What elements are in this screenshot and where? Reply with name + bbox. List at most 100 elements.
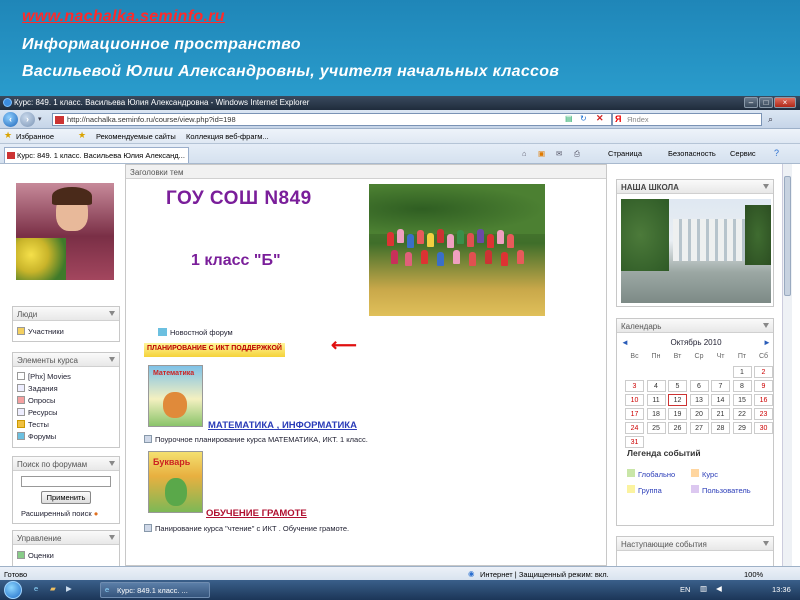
help-icon[interactable]: ? <box>774 148 779 158</box>
legend-course[interactable]: Курс <box>691 469 718 479</box>
ict-planning-link[interactable]: ПЛАНИРОВАНИЕ С ИКТ ПОДДЕРЖКОЙ <box>144 343 285 357</box>
print-icon[interactable]: ⎙ <box>574 149 580 159</box>
forward-button[interactable]: › <box>20 112 35 127</box>
reading-plan-link[interactable]: Панирование курса "чтение" с ИКТ . Обуче… <box>144 524 349 533</box>
calendar-day[interactable]: 11 <box>646 394 666 406</box>
news-forum-link[interactable]: Новостной форум <box>158 328 233 337</box>
course-element-item[interactable]: Тесты <box>17 420 49 429</box>
next-month-button[interactable]: ► <box>763 338 771 347</box>
network-icon[interactable]: ▥ <box>700 584 707 593</box>
vertical-scrollbar[interactable] <box>782 164 792 566</box>
calendar-day[interactable]: 17 <box>625 408 644 420</box>
url-input[interactable]: http://nachalka.seminfo.ru/course/view.p… <box>52 113 612 126</box>
course-element-item[interactable]: [Phx] Movies <box>17 372 71 381</box>
add-favorites-icon[interactable]: ★ <box>78 130 86 141</box>
course-element-item[interactable]: Опросы <box>17 396 55 405</box>
calendar-day[interactable]: 21 <box>711 408 730 420</box>
page-menu[interactable]: Страница <box>608 149 642 158</box>
ie-quicklaunch-icon[interactable]: e <box>34 584 38 593</box>
forum-search-input[interactable] <box>21 476 111 487</box>
maximize-button[interactable]: □ <box>759 97 773 108</box>
calendar-day[interactable]: 20 <box>689 408 709 420</box>
feeds-icon[interactable]: ▣ <box>538 149 545 158</box>
web-slice-gallery-link[interactable]: Коллекция веб-фрагм... <box>186 132 269 141</box>
collapse-icon[interactable] <box>763 541 769 546</box>
apply-button[interactable]: Применить <box>41 491 91 504</box>
favorites-button[interactable]: Избранное <box>16 132 54 141</box>
calendar-day[interactable]: 25 <box>646 422 666 434</box>
collapse-icon[interactable] <box>109 461 115 466</box>
calendar-day[interactable]: 23 <box>754 408 773 420</box>
calendar-day[interactable]: 22 <box>732 408 752 420</box>
collapse-icon[interactable] <box>109 311 115 316</box>
calendar-day[interactable]: 10 <box>625 394 644 406</box>
course-element-item[interactable]: Задания <box>17 384 58 393</box>
calendar-day[interactable]: 15 <box>732 394 752 406</box>
advanced-search-link[interactable]: Расширенный поиск ● <box>21 509 98 518</box>
compat-icon[interactable]: ▤ <box>565 114 573 123</box>
calendar-day[interactable]: 3 <box>625 380 644 392</box>
security-zone[interactable]: Интернет | Защищенный режим: вкл. <box>480 570 609 579</box>
participants-link[interactable]: Участники <box>17 327 64 336</box>
calendar-day[interactable]: 9 <box>754 380 773 392</box>
calendar-day[interactable]: 4 <box>646 380 666 392</box>
favorites-star-icon[interactable]: ★ <box>4 130 12 141</box>
language-indicator[interactable]: EN <box>680 585 690 594</box>
course-element-item[interactable]: Ресурсы <box>17 408 58 417</box>
math-informatics-link[interactable]: МАТЕМАТИКА , ИНФОРМАТИКА <box>208 420 357 431</box>
legend-user[interactable]: Пользователь <box>691 485 751 495</box>
calendar-day[interactable]: 26 <box>668 422 687 434</box>
taskbar-ie-button[interactable]: e Курс: 849.1 класс. ... <box>100 582 210 598</box>
history-dropdown-icon[interactable]: ▾ <box>38 115 42 123</box>
scrollbar-thumb[interactable] <box>784 176 791 296</box>
volume-icon[interactable]: ◀ <box>716 584 722 593</box>
calendar-day[interactable]: 27 <box>689 422 709 434</box>
safety-menu[interactable]: Безопасность <box>668 149 716 158</box>
math-plan-link[interactable]: Поурочное планирование курса МАТЕМАТИКА,… <box>144 435 368 444</box>
calendar-day[interactable]: 5 <box>668 380 687 392</box>
calendar-day[interactable]: 14 <box>711 394 730 406</box>
tools-menu[interactable]: Сервис <box>730 149 756 158</box>
calendar-day[interactable]: 31 <box>625 436 644 448</box>
calendar-day[interactable]: 1 <box>732 366 752 378</box>
course-element-item[interactable]: Форумы <box>17 432 56 441</box>
refresh-icon[interactable]: ↻ <box>580 114 587 123</box>
home-icon[interactable]: ⌂ <box>522 149 527 158</box>
start-button[interactable] <box>4 581 22 599</box>
collapse-icon[interactable] <box>109 535 115 540</box>
calendar-day[interactable]: 29 <box>732 422 752 434</box>
zoom-level[interactable]: 100% <box>744 570 763 579</box>
calendar-day[interactable]: 24 <box>625 422 644 434</box>
calendar-day[interactable]: 19 <box>668 408 687 420</box>
calendar-day[interactable]: 18 <box>646 408 666 420</box>
calendar-day[interactable]: 6 <box>689 380 709 392</box>
clock[interactable]: 13:36 <box>772 585 791 594</box>
mail-icon[interactable]: ✉ <box>556 149 562 158</box>
minimize-button[interactable]: – <box>744 97 758 108</box>
calendar-day[interactable]: 2 <box>754 366 773 378</box>
collapse-icon[interactable] <box>109 357 115 362</box>
back-button[interactable]: ‹ <box>3 112 18 127</box>
search-icon[interactable]: ⌕ <box>768 114 773 125</box>
legend-global[interactable]: Глобально <box>627 469 675 479</box>
calendar-day[interactable]: 16 <box>754 394 773 406</box>
folder-quicklaunch-icon[interactable]: ▰ <box>50 584 56 593</box>
calendar-day[interactable]: 13 <box>689 394 709 406</box>
calendar-day[interactable]: 7 <box>711 380 730 392</box>
calendar-day[interactable]: 12 <box>668 394 687 406</box>
stop-icon[interactable]: ✕ <box>596 113 604 124</box>
search-input[interactable]: Я Яndex <box>612 113 762 126</box>
calendar-day[interactable]: 28 <box>711 422 730 434</box>
grades-link[interactable]: Оценки <box>17 551 54 560</box>
collapse-icon[interactable] <box>763 184 769 189</box>
media-quicklaunch-icon[interactable]: ▶ <box>66 584 72 593</box>
site-link[interactable]: www.nachalka.seminfo.ru <box>22 8 225 26</box>
close-button[interactable]: × <box>774 97 796 108</box>
literacy-link[interactable]: ОБУЧЕНИЕ ГРАМОТЕ <box>206 508 307 519</box>
calendar-day[interactable]: 8 <box>732 380 752 392</box>
suggested-sites-link[interactable]: Рекомендуемые сайты <box>96 132 176 141</box>
calendar-day[interactable]: 30 <box>754 422 773 434</box>
collapse-icon[interactable] <box>763 323 769 328</box>
tab-course[interactable]: Курс: 849. 1 класс. Васильева Юлия Алекс… <box>4 147 189 163</box>
legend-group[interactable]: Группа <box>627 485 662 495</box>
